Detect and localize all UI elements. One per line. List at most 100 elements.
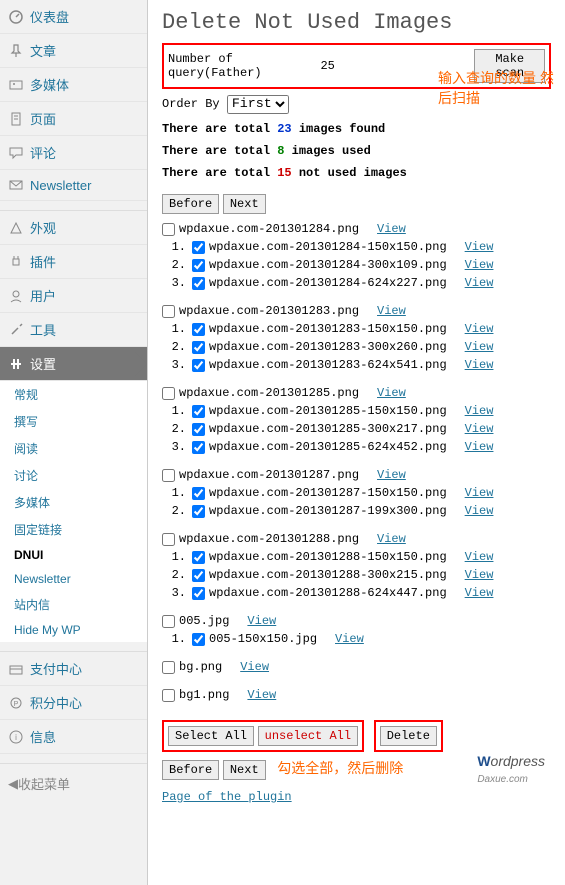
- file-checkbox[interactable]: [192, 423, 205, 436]
- row-number: 1.: [166, 550, 186, 564]
- view-link[interactable]: View: [377, 468, 406, 482]
- sidebar-item-info[interactable]: i信息: [0, 720, 147, 754]
- submenu-item[interactable]: 阅读: [0, 435, 147, 462]
- view-link[interactable]: View: [465, 568, 494, 582]
- file-checkbox[interactable]: [192, 633, 205, 646]
- parent-file-row: wpdaxue.com-201301283.pngView: [162, 302, 551, 320]
- pin-icon: [8, 43, 24, 59]
- delete-button[interactable]: Delete: [380, 726, 437, 746]
- view-link[interactable]: View: [335, 632, 364, 646]
- sidebar-item-plugin[interactable]: 插件: [0, 245, 147, 279]
- file-checkbox[interactable]: [192, 405, 205, 418]
- file-name: wpdaxue.com-201301288-300x215.png: [209, 568, 447, 582]
- file-checkbox[interactable]: [162, 615, 175, 628]
- file-checkbox[interactable]: [192, 487, 205, 500]
- view-link[interactable]: View: [465, 322, 494, 336]
- stat-used: There are total 8 images used: [162, 144, 551, 158]
- submenu-item[interactable]: Hide My WP: [0, 618, 147, 642]
- view-link[interactable]: View: [465, 404, 494, 418]
- view-link[interactable]: View: [465, 258, 494, 272]
- child-file-row: 1.005-150x150.jpgView: [162, 630, 551, 648]
- view-link[interactable]: View: [465, 550, 494, 564]
- view-link[interactable]: View: [247, 614, 276, 628]
- file-checkbox[interactable]: [192, 259, 205, 272]
- file-checkbox[interactable]: [192, 569, 205, 582]
- next-button[interactable]: Next: [223, 194, 266, 214]
- sidebar-item-label: 积分中心: [30, 693, 82, 712]
- file-checkbox[interactable]: [192, 277, 205, 290]
- sidebar-item-label: 插件: [30, 252, 56, 271]
- before-button[interactable]: Before: [162, 194, 219, 214]
- view-link[interactable]: View: [465, 504, 494, 518]
- file-checkbox[interactable]: [162, 661, 175, 674]
- file-name: wpdaxue.com-201301285-624x452.png: [209, 440, 447, 454]
- select-all-button[interactable]: Select All: [168, 726, 254, 746]
- sidebar-item-settings[interactable]: 设置: [0, 347, 147, 381]
- child-file-row: 1.wpdaxue.com-201301288-150x150.pngView: [162, 548, 551, 566]
- unselect-all-button[interactable]: unselect All: [258, 726, 358, 746]
- sidebar-item-label: 设置: [30, 354, 56, 373]
- view-link[interactable]: View: [465, 486, 494, 500]
- file-checkbox[interactable]: [162, 533, 175, 546]
- child-file-row: 2.wpdaxue.com-201301288-300x215.pngView: [162, 566, 551, 584]
- sidebar-item-comment[interactable]: 评论: [0, 136, 147, 170]
- sidebar-item-tools[interactable]: 工具: [0, 313, 147, 347]
- submenu-item[interactable]: 固定链接: [0, 516, 147, 543]
- sidebar-item-media[interactable]: 多媒体: [0, 68, 147, 102]
- file-name: bg.png: [179, 660, 222, 674]
- file-checkbox[interactable]: [162, 305, 175, 318]
- sidebar-item-appearance[interactable]: 外观: [0, 211, 147, 245]
- annotation-scan: 输入查询的数量 然后扫描: [438, 68, 565, 108]
- file-checkbox[interactable]: [192, 341, 205, 354]
- submenu-item[interactable]: 多媒体: [0, 489, 147, 516]
- sidebar-item-dashboard[interactable]: 仪表盘: [0, 0, 147, 34]
- file-checkbox[interactable]: [192, 323, 205, 336]
- submenu-item[interactable]: 常规: [0, 381, 147, 408]
- plugin-page-link[interactable]: Page of the plugin: [162, 790, 551, 804]
- view-link[interactable]: View: [465, 276, 494, 290]
- file-checkbox[interactable]: [192, 241, 205, 254]
- sidebar-item-pay[interactable]: 支付中心: [0, 652, 147, 686]
- file-checkbox[interactable]: [192, 551, 205, 564]
- row-number: 1.: [166, 322, 186, 336]
- sidebar-item-mail[interactable]: Newsletter: [0, 170, 147, 201]
- file-checkbox[interactable]: [162, 387, 175, 400]
- file-checkbox[interactable]: [162, 223, 175, 236]
- file-checkbox[interactable]: [162, 469, 175, 482]
- file-checkbox[interactable]: [162, 689, 175, 702]
- sidebar-item-page[interactable]: 页面: [0, 102, 147, 136]
- submenu-item[interactable]: 撰写: [0, 408, 147, 435]
- sidebar-item-pin[interactable]: 文章: [0, 34, 147, 68]
- file-checkbox[interactable]: [192, 359, 205, 372]
- mail-icon: [8, 177, 24, 193]
- sidebar-item-users[interactable]: 用户: [0, 279, 147, 313]
- collapse-menu[interactable]: ◀ 收起菜单: [0, 764, 147, 803]
- submenu-item[interactable]: 讨论: [0, 462, 147, 489]
- view-link[interactable]: View: [465, 358, 494, 372]
- submenu-item[interactable]: 站内信: [0, 591, 147, 618]
- submenu-item[interactable]: Newsletter: [0, 567, 147, 591]
- row-number: 2.: [166, 504, 186, 518]
- view-link[interactable]: View: [377, 222, 406, 236]
- file-checkbox[interactable]: [192, 587, 205, 600]
- parent-file-row: wpdaxue.com-201301284.pngView: [162, 220, 551, 238]
- view-link[interactable]: View: [465, 586, 494, 600]
- view-link[interactable]: View: [465, 422, 494, 436]
- sidebar-separator: [0, 754, 147, 764]
- view-link[interactable]: View: [240, 660, 269, 674]
- sidebar-item-points[interactable]: P积分中心: [0, 686, 147, 720]
- view-link[interactable]: View: [465, 240, 494, 254]
- view-link[interactable]: View: [377, 304, 406, 318]
- view-link[interactable]: View: [247, 688, 276, 702]
- view-link[interactable]: View: [465, 340, 494, 354]
- view-link[interactable]: View: [377, 532, 406, 546]
- view-link[interactable]: View: [465, 440, 494, 454]
- order-select[interactable]: First: [227, 95, 289, 114]
- stat-notused: There are total 15 not used images: [162, 166, 551, 180]
- before-button-bottom[interactable]: Before: [162, 760, 219, 780]
- view-link[interactable]: View: [377, 386, 406, 400]
- submenu-item[interactable]: DNUI: [0, 543, 147, 567]
- next-button-bottom[interactable]: Next: [223, 760, 266, 780]
- file-checkbox[interactable]: [192, 441, 205, 454]
- file-checkbox[interactable]: [192, 505, 205, 518]
